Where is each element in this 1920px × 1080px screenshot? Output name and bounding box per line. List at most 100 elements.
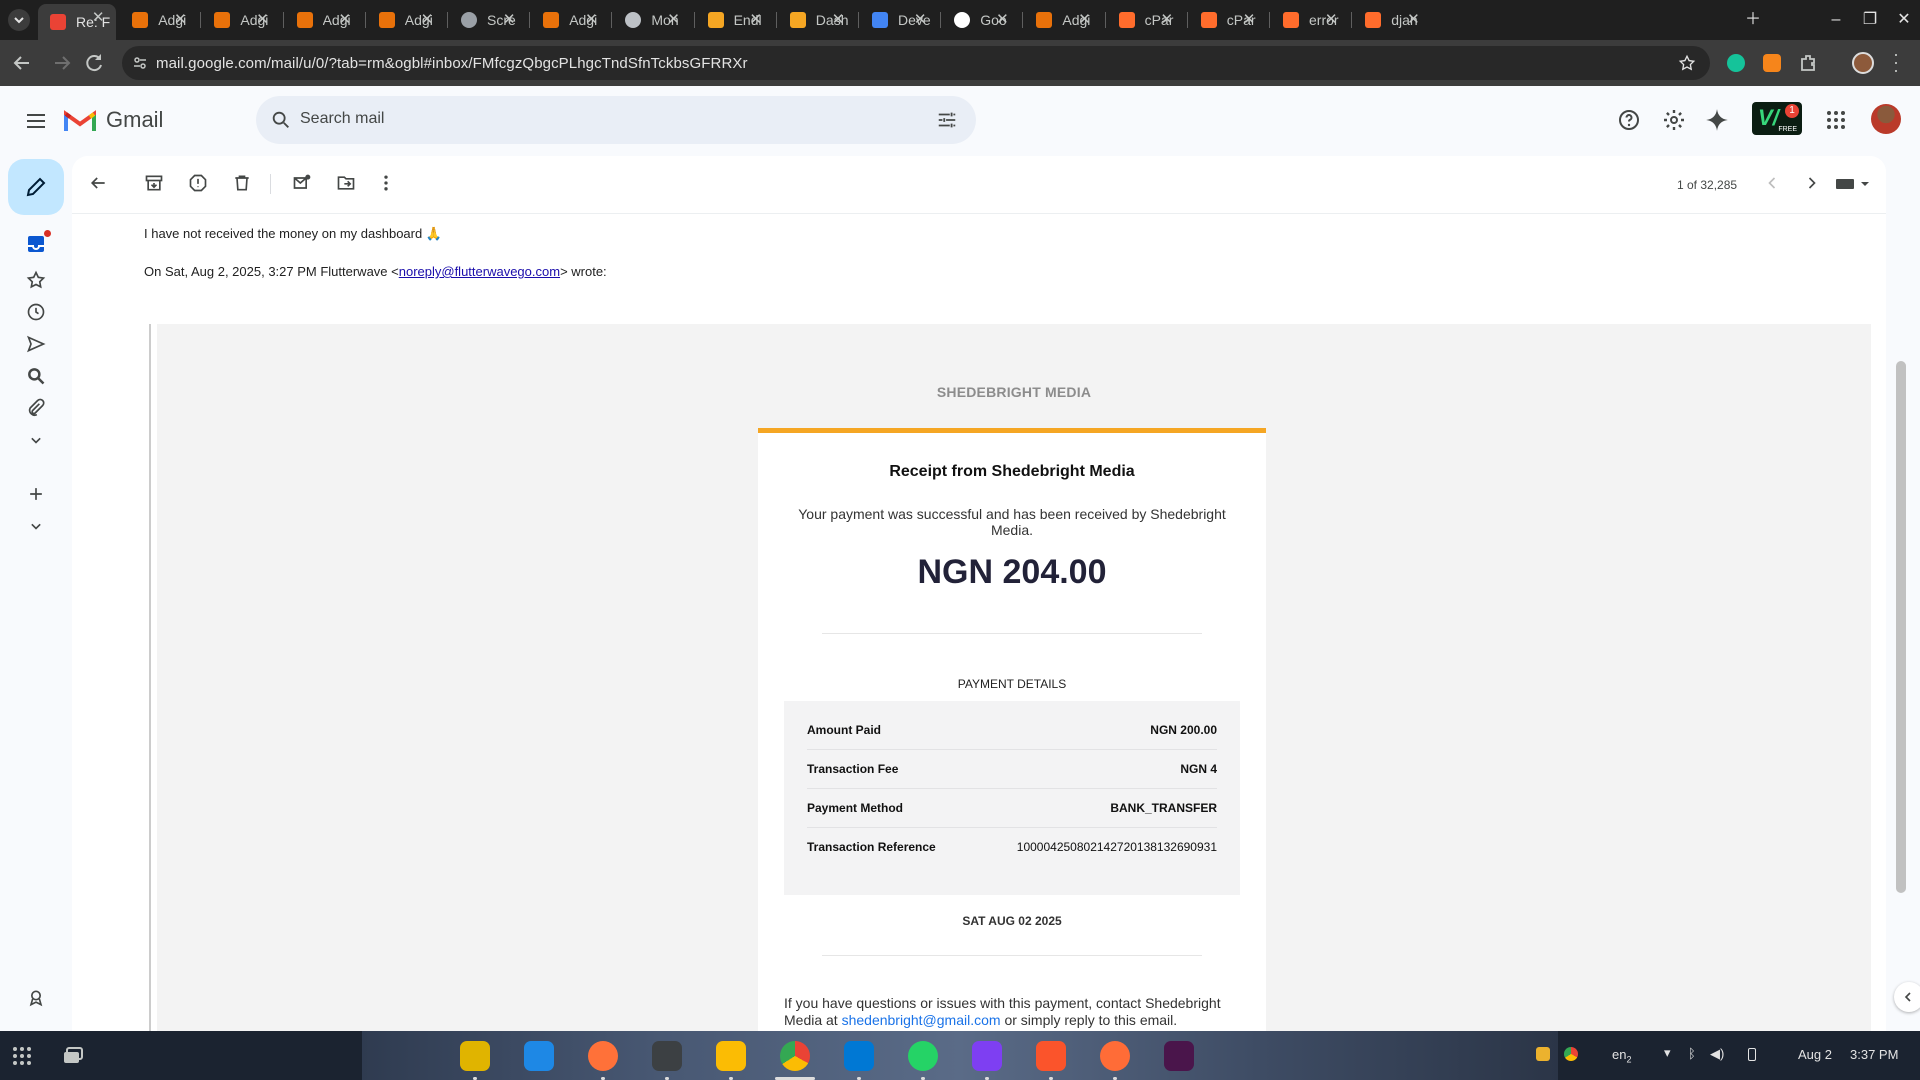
tab-close-icon[interactable]: ✕ [1323,12,1339,28]
search-options-icon[interactable] [936,109,958,131]
browser-tab[interactable]: Goo ✕ [942,6,1020,34]
back-arrow-icon[interactable] [10,51,34,75]
tab-close-icon[interactable]: ✕ [419,12,435,28]
rail-inbox[interactable] [16,228,56,260]
whatsapp-app-icon[interactable] [908,1041,938,1071]
tab-close-icon[interactable]: ✕ [1241,12,1257,28]
tab-close-icon[interactable]: ✕ [994,12,1010,28]
more-options-icon[interactable] [376,173,396,193]
search-input[interactable]: Search mail [300,110,384,128]
tab-close-icon[interactable]: ✕ [172,12,188,28]
starred-icon[interactable] [26,270,46,290]
compose-button[interactable] [8,159,64,215]
minimize-button[interactable]: – [1824,8,1848,32]
mark-unread-icon[interactable] [292,173,312,193]
video-app-icon[interactable] [972,1041,1002,1071]
quote-email-link[interactable]: noreply@flutterwavego.com [399,264,560,279]
extension-grammarly-icon[interactable] [1727,54,1745,72]
maximize-button[interactable]: ❐ [1858,8,1882,32]
tab-close-icon[interactable]: ✕ [748,12,764,28]
browser-tab[interactable]: Scre ✕ [449,6,527,34]
attachment-icon[interactable] [26,398,46,418]
message-scrollbar[interactable] [1894,274,1906,894]
archive-icon[interactable] [144,173,164,193]
overview-icon[interactable] [62,1046,84,1066]
move-to-icon[interactable] [336,173,356,193]
browser-tab[interactable]: Adgi ✕ [202,6,280,34]
brave-app-icon[interactable] [1036,1041,1066,1071]
browser-tab[interactable]: Endl ✕ [696,6,774,34]
tab-close-icon[interactable]: ✕ [830,12,846,28]
browser-tab[interactable]: Adgi ✕ [285,6,363,34]
browser-tab[interactable]: Dash ✕ [778,6,856,34]
account-avatar[interactable] [1871,104,1901,134]
tab-close-icon[interactable]: ✕ [666,12,682,28]
search-icon[interactable] [270,109,292,131]
snoozed-clock-icon[interactable] [26,302,46,322]
search-rail-icon[interactable] [26,366,46,386]
slack-app-icon[interactable] [1164,1041,1194,1071]
report-spam-icon[interactable] [188,173,208,193]
side-panel-toggle[interactable] [1894,982,1920,1012]
tab-close-icon[interactable]: ✕ [583,12,599,28]
forward-arrow-icon[interactable] [50,51,74,75]
tab-search-button[interactable] [8,9,30,31]
browser-tab[interactable]: Adgi ✕ [1024,6,1102,34]
tab-close-icon[interactable]: ✕ [912,12,928,28]
help-icon[interactable] [1617,108,1641,132]
tab-close-icon[interactable]: ✕ [1159,12,1175,28]
postman-app-icon[interactable] [1100,1041,1130,1071]
expand-labels-icon[interactable] [26,516,46,536]
gmail-logo[interactable]: Gmail [64,106,200,136]
main-menu-icon[interactable] [24,109,48,133]
tab-close-icon[interactable]: ✕ [90,10,106,26]
browser-tab[interactable]: cPar ✕ [1189,6,1267,34]
browser-tab[interactable]: Adgi ✕ [531,6,609,34]
close-window-button[interactable]: ✕ [1892,8,1916,32]
browser-tab[interactable]: error ✕ [1271,6,1349,34]
bookmark-star-icon[interactable] [1678,54,1696,72]
profile-avatar[interactable] [1852,52,1874,74]
address-bar[interactable]: mail.google.com/mail/u/0/?tab=rm&ogbl#in… [122,46,1710,80]
chrome-app-icon[interactable] [780,1041,810,1071]
new-tab-button[interactable]: ＋ [1741,8,1765,32]
reload-icon[interactable] [82,51,106,75]
contact-email-link[interactable]: shedenbright@gmail.com [842,1012,1001,1028]
search-bar[interactable]: Search mail [256,96,976,144]
browser-tab[interactable]: Adgi ✕ [367,6,445,34]
extensions-puzzle-icon[interactable] [1797,51,1821,75]
vscode-app-icon[interactable] [844,1041,874,1071]
extension-free-badge[interactable]: V/ 1 FREE [1752,102,1802,135]
newer-chevron-icon[interactable] [1762,173,1782,193]
get-addons-icon[interactable] [26,988,46,1008]
site-info-icon[interactable] [132,55,148,71]
tab-close-icon[interactable]: ✕ [255,12,271,28]
terminal-app-icon[interactable] [652,1041,682,1071]
browser-tab[interactable]: Adgi ✕ [120,6,198,34]
older-chevron-icon[interactable] [1802,173,1822,193]
launcher-icon[interactable] [12,1046,32,1066]
keep-app-icon[interactable] [716,1041,746,1071]
google-apps-icon[interactable] [1826,110,1846,130]
firefox-app-icon[interactable] [588,1041,618,1071]
browser-tab[interactable]: Mon ✕ [613,6,691,34]
extension-metamask-icon[interactable] [1763,54,1781,72]
tab-close-icon[interactable]: ✕ [1077,12,1093,28]
scrollbar-thumb[interactable] [1896,361,1906,893]
sent-icon[interactable] [26,334,46,354]
files-app-icon[interactable] [460,1041,490,1071]
store-app-icon[interactable] [524,1041,554,1071]
tab-close-icon[interactable]: ✕ [501,12,517,28]
gemini-sparkle-icon[interactable] [1704,107,1730,133]
back-to-inbox-icon[interactable] [88,173,108,193]
browser-tab[interactable]: Re: F ✕ [38,4,117,40]
delete-trash-icon[interactable] [232,173,252,193]
browser-tab[interactable]: cPar ✕ [1107,6,1185,34]
browser-tab[interactable]: Deve ✕ [860,6,938,34]
expand-more-icon[interactable] [26,430,46,450]
settings-gear-icon[interactable] [1662,108,1686,132]
add-label-icon[interactable] [26,484,46,504]
browser-tab[interactable]: djan ✕ [1353,6,1431,34]
input-tools-button[interactable] [1834,174,1874,194]
tab-close-icon[interactable]: ✕ [1405,12,1421,28]
